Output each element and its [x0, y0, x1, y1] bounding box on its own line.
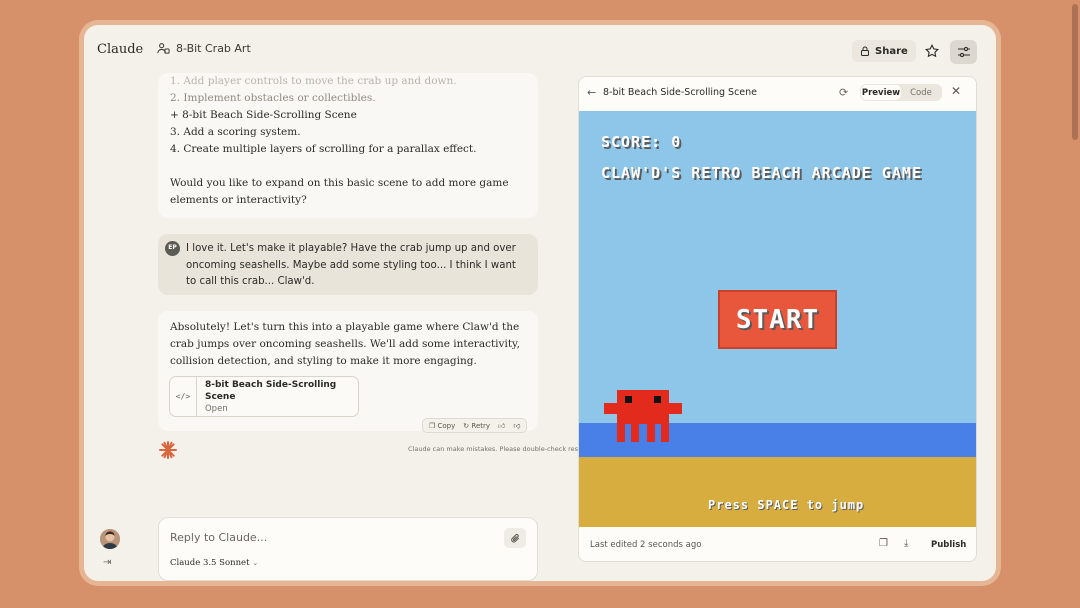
- game-sand: [579, 457, 976, 527]
- artifact-card[interactable]: </> 8-bit Beach Side-Scrolling Scene Ope…: [169, 376, 359, 417]
- start-button[interactable]: START: [718, 290, 837, 349]
- view-toggle: Preview Code: [860, 84, 942, 101]
- user-message-text: I love it. Let's make it playable? Have …: [186, 243, 516, 287]
- thumbs-down-icon[interactable]: 👎︎: [513, 421, 520, 430]
- list-item: + 8-bit Beach Side-Scrolling Scene: [170, 109, 357, 121]
- jump-hint: Press SPACE to jump: [708, 498, 865, 512]
- model-name: Claude 3.5 Sonnet: [170, 558, 250, 568]
- assistant-message: 1. Add player controls to move the crab …: [158, 73, 538, 218]
- list-item: 4. Create multiple layers of scrolling f…: [170, 143, 477, 155]
- expand-sidebar-icon[interactable]: ⇥: [103, 557, 111, 568]
- reply-text: Absolutely! Let's turn this into a playa…: [170, 321, 520, 367]
- game-score: SCORE: 0: [601, 133, 682, 151]
- project-icon: [157, 43, 170, 54]
- copy-button[interactable]: ❐ Copy: [429, 422, 455, 430]
- artifact-card-title: 8-bit Beach Side-Scrolling Scene: [204, 379, 337, 402]
- artifact-header: ← 8-bit Beach Side-Scrolling Scene ⟳ Pre…: [579, 77, 976, 110]
- publish-button[interactable]: Publish: [923, 536, 974, 554]
- game-preview[interactable]: SCORE: 0 CLAW'D'S RETRO BEACH ARCADE GAM…: [579, 111, 976, 527]
- list-item: 1. Add player controls to move the crab …: [170, 75, 457, 87]
- paperclip-icon: [510, 533, 519, 542]
- chevron-down-icon: ⌄: [252, 559, 259, 567]
- close-icon[interactable]: ✕: [951, 84, 961, 98]
- refresh-icon[interactable]: ⟳: [839, 86, 848, 99]
- project-link[interactable]: 8-Bit Crab Art: [157, 42, 251, 55]
- artifact-card-open: Open: [204, 403, 228, 414]
- retry-button[interactable]: ↻ Retry: [463, 422, 490, 430]
- code-icon: </>: [170, 377, 197, 416]
- artifact-title: 8-bit Beach Side-Scrolling Scene: [603, 87, 758, 98]
- thumbs-up-icon[interactable]: 👍︎: [498, 421, 505, 430]
- share-button[interactable]: Share: [852, 40, 916, 62]
- app-window: Claude 8-Bit Crab Art Share 1. Add playe…: [84, 25, 996, 581]
- chat-column: 1. Add player controls to move the crab …: [158, 73, 603, 473]
- copy-icon: ❐: [429, 421, 436, 430]
- reply-placeholder: Reply to Claude...: [170, 531, 268, 544]
- list-item: 3. Add a scoring system.: [170, 126, 301, 138]
- assistant-reply: Absolutely! Let's turn this into a playa…: [158, 311, 538, 431]
- user-message: EP I love it. Let's make it playable? Ha…: [158, 234, 538, 295]
- download-icon[interactable]: ⤓: [904, 538, 908, 549]
- user-profile-avatar[interactable]: [100, 529, 120, 549]
- artifact-panel: ← 8-bit Beach Side-Scrolling Scene ⟳ Pre…: [578, 76, 977, 562]
- last-edited: Last edited 2 seconds ago: [590, 540, 702, 550]
- page-scrollbar[interactable]: [1072, 4, 1078, 140]
- star-icon: [925, 44, 939, 58]
- clipboard-icon[interactable]: ❐: [879, 538, 888, 549]
- claude-logo[interactable]: Claude: [97, 42, 143, 57]
- disclaimer: Claude can make mistakes. Please double-…: [408, 445, 604, 453]
- sliders-icon: [957, 46, 970, 58]
- share-label: Share: [875, 45, 908, 57]
- retry-icon: ↻: [463, 421, 470, 430]
- project-title: 8-Bit Crab Art: [176, 42, 251, 55]
- back-arrow-icon[interactable]: ←: [587, 86, 596, 99]
- lock-icon: [861, 46, 869, 56]
- reply-input[interactable]: Reply to Claude... Claude 3.5 Sonnet ⌄: [158, 517, 538, 581]
- crab-sprite: [604, 390, 682, 442]
- star-button[interactable]: [923, 42, 941, 60]
- game-title: CLAW'D'S RETRO BEACH ARCADE GAME: [601, 164, 922, 182]
- settings-button[interactable]: [950, 40, 977, 64]
- user-avatar: EP: [165, 241, 180, 256]
- claude-spark-icon: [159, 441, 177, 459]
- artifact-footer: Last edited 2 seconds ago ❐ ⤓ Publish: [579, 527, 976, 561]
- tab-preview[interactable]: Preview: [861, 85, 901, 100]
- tab-code[interactable]: Code: [901, 85, 941, 100]
- message-actions: ❐ Copy ↻ Retry 👍︎ 👎︎: [422, 418, 528, 433]
- attach-button[interactable]: [504, 528, 526, 548]
- model-selector[interactable]: Claude 3.5 Sonnet ⌄: [170, 558, 258, 568]
- assistant-question: Would you like to expand on this basic s…: [170, 177, 509, 206]
- list-item: 2. Implement obstacles or collectibles.: [170, 92, 376, 104]
